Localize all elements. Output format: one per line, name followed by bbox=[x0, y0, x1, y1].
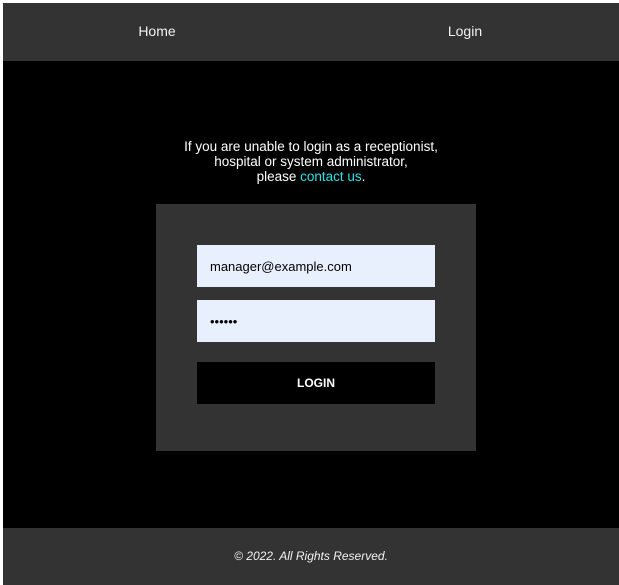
notice-line-3-prefix: please bbox=[256, 169, 301, 184]
login-button[interactable]: LOGIN bbox=[197, 362, 435, 404]
notice-line-3: please contact us. bbox=[3, 169, 619, 184]
footer-copyright: © 2022. All Rights Reserved. bbox=[234, 549, 388, 563]
nav-login-link[interactable]: Login bbox=[311, 3, 619, 61]
login-help-notice: If you are unable to login as a receptio… bbox=[3, 139, 619, 184]
top-nav: Home Login bbox=[3, 3, 619, 61]
notice-line-3-suffix: . bbox=[361, 169, 366, 184]
notice-line-2: hospital or system administrator, bbox=[214, 154, 408, 169]
notice-line-1: If you are unable to login as a receptio… bbox=[184, 139, 438, 154]
password-field[interactable] bbox=[197, 300, 435, 342]
login-form-panel: LOGIN bbox=[156, 204, 476, 451]
email-field[interactable] bbox=[197, 245, 435, 287]
contact-us-link[interactable]: contact us bbox=[300, 169, 362, 184]
nav-home-link[interactable]: Home bbox=[3, 3, 311, 61]
footer: © 2022. All Rights Reserved. bbox=[3, 528, 619, 585]
page: Home Login If you are unable to login as… bbox=[3, 3, 619, 585]
